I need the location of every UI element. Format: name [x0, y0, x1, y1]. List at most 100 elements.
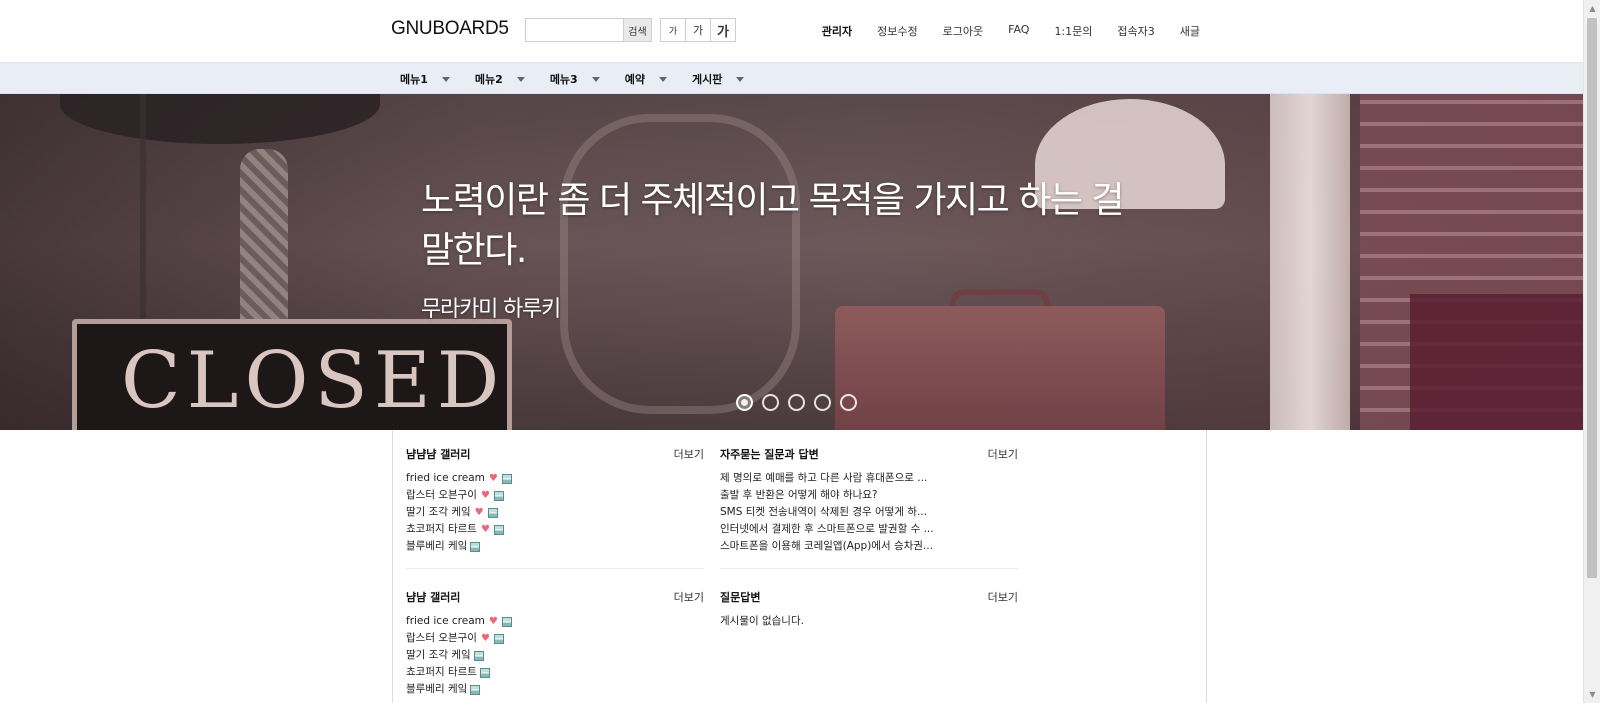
image-icon: [487, 507, 498, 518]
edit-profile-link[interactable]: 정보수정: [877, 23, 917, 39]
qa-list: 게시물이 없습니다.: [720, 613, 1018, 630]
heart-icon: ♥: [488, 615, 498, 627]
list-item[interactable]: 랍스터 오븐구이 ♥: [406, 630, 704, 647]
slider-dot-4[interactable]: [814, 394, 831, 411]
list-item[interactable]: 랍스터 오븐구이 ♥: [406, 487, 704, 504]
nav-item-reservation[interactable]: 예약: [625, 71, 667, 87]
top-links: 관리자 정보수정 로그아웃 FAQ 1:1문의 접속자3 새글: [797, 23, 1200, 39]
image-icon: [501, 616, 512, 627]
inquiry-link[interactable]: 1:1문의: [1054, 23, 1092, 39]
font-small-button[interactable]: 가: [660, 18, 686, 42]
list-item[interactable]: 인터넷에서 결제한 후 스마트폰으로 발권할 수 ...: [720, 521, 1018, 538]
logout-link[interactable]: 로그아웃: [943, 23, 983, 39]
list-item[interactable]: SMS 티켓 전송내역이 삭제된 경우 어떻게 하...: [720, 504, 1018, 521]
latest-posts-area: 냠냠냠 갤러리 더보기 fried ice cream ♥ 랍스터 오븐구이 ♥ 딸…: [392, 430, 1207, 703]
faq-box: 자주묻는 질문과 답변 더보기 제 명의로 예매를 하고 다른 사람 휴대폰으로…: [720, 446, 1018, 555]
divider: [406, 568, 704, 569]
hero-author: 무라카미 하루키: [421, 297, 561, 322]
image-icon: [470, 541, 481, 552]
nav-label: 메뉴2: [474, 73, 503, 86]
list-item[interactable]: 쵸코퍼지 타르트: [406, 664, 704, 681]
caret-down-icon: [591, 76, 600, 82]
list-item[interactable]: 블루베리 케잌: [406, 538, 704, 555]
heart-icon: ♥: [480, 523, 490, 535]
image-icon: [473, 650, 484, 661]
slider-dots: [736, 394, 866, 411]
caret-down-icon: [658, 76, 667, 82]
slider-dot-3[interactable]: [788, 394, 805, 411]
scrollbar-thumb[interactable]: [1587, 18, 1597, 578]
slider-dot-1[interactable]: [736, 394, 753, 411]
font-size-controls: 가 가 가: [660, 18, 736, 42]
gallery2-box: 냠냠 갤러리 더보기 fried ice cream ♥ 랍스터 오븐구이 ♥ 딸기…: [406, 589, 704, 698]
hero-photo-closed-sign: CLOSED: [72, 319, 512, 430]
gallery1-box: 냠냠냠 갤러리 더보기 fried ice cream ♥ 랍스터 오븐구이 ♥ 딸…: [406, 446, 704, 555]
search-form: 검색: [525, 18, 652, 42]
list-item[interactable]: fried ice cream ♥: [406, 613, 704, 630]
admin-link[interactable]: 관리자: [822, 23, 852, 39]
hero-photo-suitcase: [835, 306, 1165, 430]
nav-item-menu1[interactable]: 메뉴1: [400, 71, 450, 87]
image-icon: [493, 633, 504, 644]
list-item[interactable]: 스마트폰을 이용해 코레일앱(App)에서 승차권...: [720, 538, 1018, 555]
visitors-link[interactable]: 접속자3: [1117, 23, 1154, 39]
image-icon: [493, 524, 504, 535]
image-icon: [493, 490, 504, 501]
empty-message: 게시물이 없습니다.: [720, 615, 804, 627]
font-medium-button[interactable]: 가: [685, 18, 711, 42]
caret-down-icon: [736, 76, 745, 82]
heart-icon: ♥: [480, 489, 490, 501]
list-item[interactable]: 쵸코퍼지 타르트 ♥: [406, 521, 704, 538]
new-posts-link[interactable]: 새글: [1180, 23, 1200, 39]
gallery1-title[interactable]: 냠냠냠 갤러리: [406, 446, 471, 462]
vertical-scrollbar[interactable]: ▲ ▼: [1583, 0, 1600, 703]
qa-more-link[interactable]: 더보기: [988, 589, 1018, 605]
list-item[interactable]: 출발 후 반환은 어떻게 해야 하나요?: [720, 487, 1018, 504]
nav-label: 예약: [624, 73, 645, 86]
heart-icon: ♥: [488, 472, 498, 484]
site-header: GNUBOARD5 검색 가 가 가 관리자 정보수정 로그아웃 FAQ 1:1…: [0, 0, 1583, 62]
gallery2-list: fried ice cream ♥ 랍스터 오븐구이 ♥ 딸기 조각 케잌 쵸코퍼지…: [406, 613, 704, 698]
search-input[interactable]: [526, 19, 623, 41]
hero-quote: 노력이란 좀 더 주체적이고 목적을 가지고 하는 걸 말한다.: [421, 180, 1125, 271]
heart-icon: ♥: [474, 506, 484, 518]
qa-title[interactable]: 질문답변: [720, 589, 760, 605]
list-item[interactable]: 딸기 조각 케잌 ♥: [406, 504, 704, 521]
nav-item-menu3[interactable]: 메뉴3: [550, 71, 600, 87]
list-item[interactable]: 블루베리 케잌: [406, 681, 704, 698]
nav-item-menu2[interactable]: 메뉴2: [475, 71, 525, 87]
faq-link[interactable]: FAQ: [1008, 23, 1029, 39]
scroll-down-icon[interactable]: ▼: [1584, 686, 1600, 703]
hero-photo-curtain: [1410, 294, 1583, 430]
faq-more-link[interactable]: 더보기: [988, 446, 1018, 462]
gallery2-title[interactable]: 냠냠 갤러리: [406, 589, 460, 605]
image-icon: [501, 473, 512, 484]
qa-box: 질문답변 더보기 게시물이 없습니다.: [720, 589, 1018, 630]
main-nav: 메뉴1 메뉴2 메뉴3 예약 게시판: [0, 62, 1583, 94]
slider-dot-5[interactable]: [840, 394, 857, 411]
scroll-up-icon[interactable]: ▲: [1584, 0, 1600, 17]
site-logo[interactable]: GNUBOARD5: [391, 18, 509, 40]
list-item[interactable]: fried ice cream ♥: [406, 470, 704, 487]
image-icon: [479, 667, 490, 678]
nav-label: 게시판: [691, 73, 723, 86]
slider-dot-2[interactable]: [762, 394, 779, 411]
list-item[interactable]: 딸기 조각 케잌: [406, 647, 704, 664]
list-item[interactable]: 제 명의로 예매를 하고 다른 사람 휴대폰으로 ...: [720, 470, 1018, 487]
faq-title[interactable]: 자주묻는 질문과 답변: [720, 446, 819, 462]
nav-item-board[interactable]: 게시판: [691, 71, 745, 87]
search-button[interactable]: 검색: [623, 19, 651, 41]
image-icon: [470, 684, 481, 695]
nav-label: 메뉴3: [549, 73, 578, 86]
nav-label: 메뉴1: [400, 73, 428, 86]
gallery1-list: fried ice cream ♥ 랍스터 오븐구이 ♥ 딸기 조각 케잌 ♥ 쵸코퍼…: [406, 470, 704, 555]
font-large-button[interactable]: 가: [710, 18, 736, 42]
gallery1-more-link[interactable]: 더보기: [674, 446, 704, 462]
gallery2-more-link[interactable]: 더보기: [674, 589, 704, 605]
faq-list: 제 명의로 예매를 하고 다른 사람 휴대폰으로 ... 출발 후 반환은 어떻…: [720, 470, 1018, 555]
hero-slider: CLOSED 노력이란 좀 더 주체적이고 목적을 가지고 하는 걸 말한다. …: [0, 94, 1583, 430]
divider: [720, 568, 1018, 569]
caret-down-icon: [516, 76, 525, 82]
hero-photo-window: [1270, 94, 1350, 430]
closed-sign-text: CLOSED: [121, 336, 506, 426]
